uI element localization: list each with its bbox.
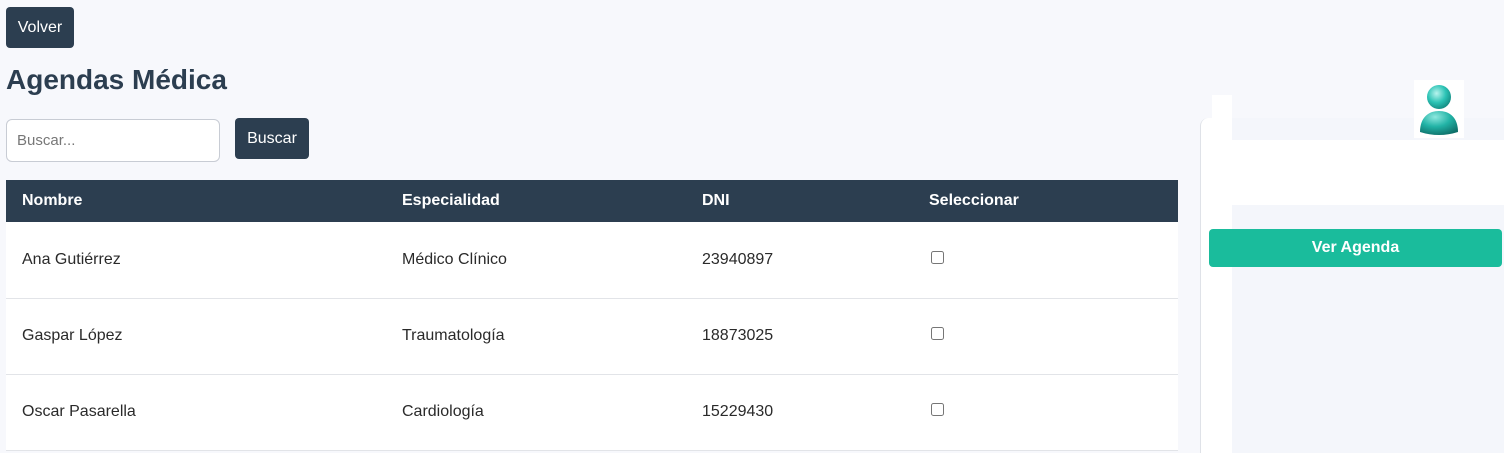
column-header-seleccionar: Seleccionar [929, 192, 1019, 209]
select-checkbox[interactable] [931, 327, 944, 340]
cell-select [913, 374, 1178, 450]
search-input[interactable] [6, 119, 220, 162]
cell-dni: 23940897 [702, 250, 774, 268]
search-button[interactable]: Buscar [235, 118, 309, 159]
cell-nombre: Ana Gutiérrez [22, 250, 121, 268]
column-header-nombre: Nombre [22, 192, 83, 209]
table-row: Ana Gutiérrez Médico Clínico 23940897 [6, 222, 1178, 298]
user-avatar-icon [1414, 80, 1464, 138]
table-header-row: Nombre Especialidad DNI Seleccionar [6, 180, 1178, 222]
select-checkbox[interactable] [931, 403, 944, 416]
sidebar-panel [1212, 95, 1232, 453]
cell-dni: 18873025 [702, 327, 774, 344]
cell-select [913, 298, 1178, 374]
doctors-table: Nombre Especialidad DNI Seleccionar Ana … [6, 180, 1178, 451]
cell-dni: 15229430 [702, 403, 774, 420]
page-title: Agendas Médica [6, 64, 227, 95]
cell-nombre: Oscar Pasarella [22, 403, 136, 420]
sidebar-edge [1200, 118, 1212, 453]
cell-especialidad: Traumatología [402, 327, 505, 344]
cell-especialidad: Médico Clínico [402, 250, 507, 268]
column-header-especialidad: Especialidad [402, 192, 500, 209]
column-header-dni: DNI [702, 192, 730, 209]
table-row: Gaspar López Traumatología 18873025 [6, 298, 1178, 374]
table-row: Oscar Pasarella Cardiología 15229430 [6, 374, 1178, 450]
back-button[interactable]: Volver [6, 7, 74, 48]
cell-select [913, 222, 1178, 298]
page-root: Volver Agendas Médica Buscar Nombre Espe… [0, 0, 1504, 453]
select-checkbox[interactable] [931, 250, 944, 264]
cell-nombre: Gaspar López [22, 327, 123, 344]
cell-especialidad: Cardiología [402, 403, 484, 420]
avatar-card [1232, 140, 1504, 205]
view-agenda-button[interactable]: Ver Agenda [1209, 229, 1502, 267]
